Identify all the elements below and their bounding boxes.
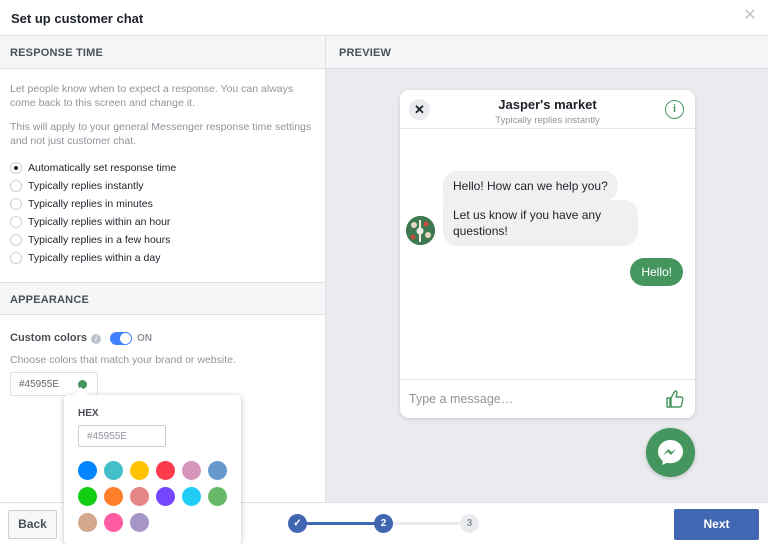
radio-button[interactable] xyxy=(10,252,22,264)
chat-window: ✕ Jasper's market Typically replies inst… xyxy=(400,90,695,418)
radio-option-minutes[interactable]: Typically replies in minutes xyxy=(0,195,325,213)
color-swatch[interactable] xyxy=(182,487,201,506)
dialog-header: Set up customer chat ✕ xyxy=(0,0,768,36)
custom-colors-row: Custom colors i ON xyxy=(0,329,325,349)
radio-button[interactable] xyxy=(10,162,22,174)
radio-label: Typically replies within an hour xyxy=(28,216,171,228)
page-avatar xyxy=(406,216,435,245)
appearance-section: APPEARANCE Custom colors i ON Choose col… xyxy=(0,282,325,396)
color-picker-popover: HEX #45955E xyxy=(64,395,241,544)
color-swatch[interactable] xyxy=(208,487,227,506)
messenger-button[interactable] xyxy=(646,428,695,477)
back-button[interactable]: Back xyxy=(8,510,57,539)
radio-label: Automatically set response time xyxy=(28,162,177,174)
color-swatch[interactable] xyxy=(104,461,123,480)
color-swatch[interactable] xyxy=(130,461,149,480)
help-icon[interactable]: i xyxy=(91,334,101,344)
my-message-bubble: Hello! xyxy=(630,258,683,286)
radio-button[interactable] xyxy=(10,216,22,228)
info-icon[interactable]: i xyxy=(665,100,684,119)
message-composer: Type a message… xyxy=(400,379,695,418)
radio-button[interactable] xyxy=(10,198,22,210)
color-swatch[interactable] xyxy=(78,461,97,480)
message-input[interactable]: Type a message… xyxy=(409,392,513,406)
thumbs-up-icon[interactable] xyxy=(665,389,685,409)
step-3: 3 xyxy=(460,514,479,533)
custom-colors-label: Custom colors xyxy=(10,332,88,344)
appearance-header: APPEARANCE xyxy=(0,282,325,315)
radio-option-few-hours[interactable]: Typically replies in a few hours xyxy=(0,231,325,249)
next-button[interactable]: Next xyxy=(674,509,759,540)
color-swatch[interactable] xyxy=(182,461,201,480)
radio-option-hour[interactable]: Typically replies within an hour xyxy=(0,213,325,231)
radio-option-day[interactable]: Typically replies within a day xyxy=(0,249,325,267)
color-swatch[interactable] xyxy=(104,487,123,506)
color-hex-value: #45955E xyxy=(19,379,60,390)
chat-response-time: Typically replies instantly xyxy=(495,115,600,126)
close-icon[interactable]: ✕ xyxy=(742,8,758,24)
color-swatch[interactable] xyxy=(130,487,149,506)
preview-panel: PREVIEW ✕ Jasper's market Typically repl… xyxy=(326,36,768,502)
radio-button[interactable] xyxy=(10,234,22,246)
color-swatch[interactable] xyxy=(208,461,227,480)
radio-option-instantly[interactable]: Typically replies instantly xyxy=(0,177,325,195)
messenger-icon xyxy=(658,440,683,465)
response-time-note: This will apply to your general Messenge… xyxy=(10,121,312,147)
progress-line-done xyxy=(306,522,376,525)
radio-label: Typically replies in minutes xyxy=(28,198,153,210)
progress-line-pending xyxy=(391,522,461,525)
color-swatch[interactable] xyxy=(78,513,97,532)
radio-label: Typically replies within a day xyxy=(28,252,161,264)
toggle-state-label: ON xyxy=(137,333,152,344)
custom-colors-hint: Choose colors that match your brand or w… xyxy=(10,354,236,366)
color-swatch[interactable] xyxy=(130,513,149,532)
color-swatch[interactable] xyxy=(156,487,175,506)
response-time-description: Let people know when to expect a respons… xyxy=(10,83,294,109)
chat-page-name: Jasper's market xyxy=(498,97,597,112)
dialog-title: Set up customer chat xyxy=(11,11,144,26)
message-bubble: Let us know if you have any questions! xyxy=(443,200,638,246)
color-swatch[interactable] xyxy=(104,513,123,532)
radio-option-auto[interactable]: Automatically set response time xyxy=(0,159,325,177)
response-time-header: RESPONSE TIME xyxy=(0,36,325,69)
radio-label: Typically replies in a few hours xyxy=(28,234,171,246)
preview-header: PREVIEW xyxy=(326,36,768,69)
radio-label: Typically replies instantly xyxy=(28,180,144,192)
step-2: 2 xyxy=(374,514,393,533)
step-1-check-icon: ✓ xyxy=(288,514,307,533)
custom-colors-toggle[interactable] xyxy=(110,332,132,345)
chat-divider xyxy=(400,128,695,129)
hex-label: HEX xyxy=(78,408,99,419)
message-bubble: Hello! How can we help you? xyxy=(443,171,618,201)
hex-input[interactable]: #45955E xyxy=(78,425,166,447)
color-swatch[interactable] xyxy=(156,461,175,480)
color-swatch[interactable] xyxy=(78,487,97,506)
radio-button[interactable] xyxy=(10,180,22,192)
response-time-options: Automatically set response time Typicall… xyxy=(0,159,325,267)
